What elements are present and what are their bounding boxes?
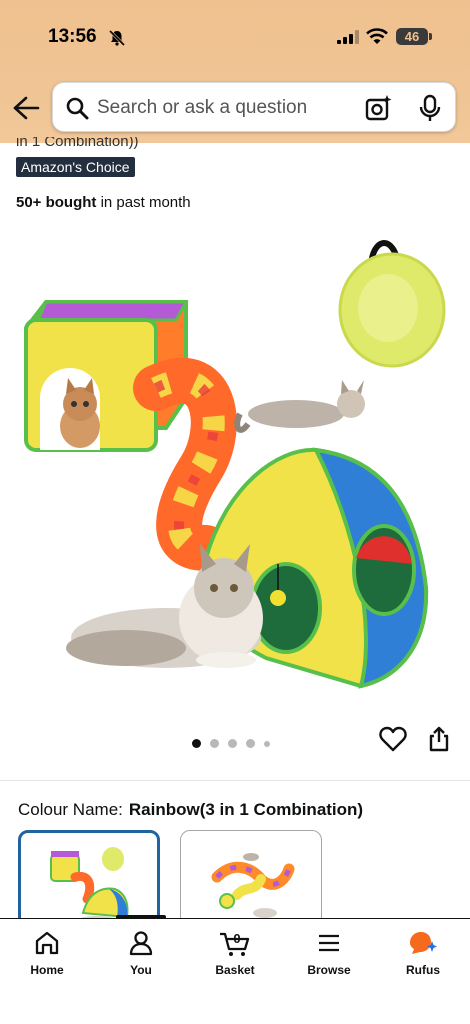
nav-rufus-label: Rufus: [406, 963, 440, 977]
nav-browse-label: Browse: [307, 963, 351, 977]
nav-home-label: Home: [30, 963, 64, 977]
rufus-icon: [410, 932, 437, 954]
camera-search-icon[interactable]: [365, 94, 393, 122]
carousel-dot[interactable]: [264, 740, 270, 747]
colour-name-value: Rainbow(3 in 1 Combination): [128, 800, 364, 819]
cart-icon: 0: [220, 931, 250, 956]
swatch-thumbnail: [211, 853, 295, 918]
nav-browse[interactable]: Browse: [294, 929, 364, 977]
person-icon: [129, 931, 153, 956]
menu-icon: [319, 934, 339, 952]
back-arrow-icon[interactable]: [12, 95, 40, 121]
nav-you[interactable]: You: [106, 929, 176, 977]
purchase-count-rest: in past month: [96, 194, 191, 211]
signal-icon: [337, 30, 359, 44]
battery-icon: 46: [396, 28, 432, 45]
search-bar[interactable]: Search or ask a question: [52, 82, 456, 132]
colour-selector-label: Colour Name: Rainbow(3 in 1 Combination): [18, 800, 363, 820]
purchase-count-bold: 50+ bought: [16, 194, 97, 211]
amazons-choice-badge[interactable]: Amazon's Choice: [16, 157, 135, 177]
colour-name-label: Colour Name:: [18, 800, 123, 819]
colour-swatch-option[interactable]: [180, 830, 322, 930]
nav-rufus[interactable]: Rufus: [388, 929, 458, 977]
nav-home[interactable]: Home: [12, 929, 82, 977]
bell-muted-icon: [108, 29, 126, 47]
product-title-fragment: in 1 Combination)): [16, 137, 139, 149]
purchase-count: 50+ bought in past month: [16, 194, 191, 211]
wifi-icon: [366, 28, 388, 44]
status-bar: 13:56 46: [0, 24, 470, 52]
section-divider: [0, 780, 470, 781]
carousel-dot[interactable]: [246, 739, 255, 749]
home-icon: [35, 931, 59, 955]
product-image[interactable]: [16, 228, 456, 708]
cart-count: 0: [233, 931, 240, 946]
microphone-icon[interactable]: [419, 94, 441, 122]
header: 13:56 46 Search or ask a question: [0, 0, 470, 143]
heart-icon[interactable]: [379, 726, 407, 752]
carousel-dot[interactable]: [228, 739, 237, 749]
carousel-dot[interactable]: [192, 739, 201, 749]
nav-you-label: You: [130, 963, 152, 977]
share-icon[interactable]: [428, 726, 450, 752]
search-placeholder: Search or ask a question: [97, 97, 308, 118]
search-icon: [66, 97, 89, 120]
bottom-navigation: Home You 0 Basket Browse Rufus: [0, 918, 470, 1024]
carousel-dot[interactable]: [210, 739, 219, 749]
swatch-thumbnail: [50, 847, 129, 926]
image-carousel-dots[interactable]: [192, 735, 279, 749]
status-time: 13:56: [48, 26, 97, 47]
nav-basket[interactable]: 0 Basket: [200, 929, 270, 977]
nav-basket-label: Basket: [215, 963, 255, 977]
